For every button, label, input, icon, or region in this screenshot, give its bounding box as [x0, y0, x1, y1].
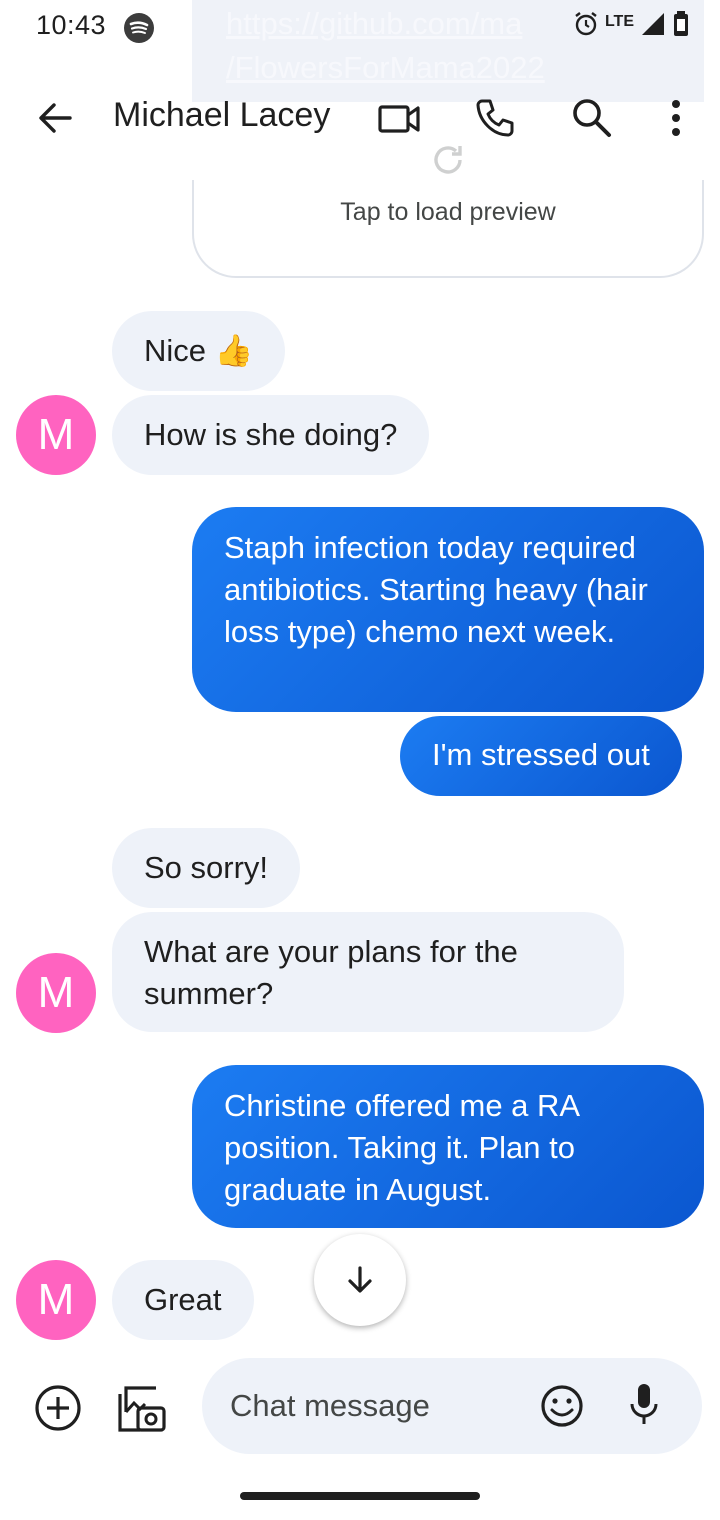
- back-button[interactable]: [32, 98, 80, 138]
- arrow-down-icon: [348, 1266, 372, 1293]
- chat-message-input[interactable]: [230, 1382, 520, 1430]
- contact-name[interactable]: Michael Lacey: [113, 96, 330, 135]
- gesture-navigation-bar[interactable]: [240, 1492, 480, 1500]
- more-options-icon[interactable]: [660, 94, 692, 142]
- conversation-header: Michael Lacey: [0, 80, 720, 156]
- message-compose-bar: [202, 1358, 702, 1454]
- message-incoming[interactable]: So sorry!: [112, 828, 301, 908]
- gallery-camera-icon[interactable]: [116, 1382, 168, 1434]
- message-outgoing[interactable]: Staph infection today required antibioti…: [192, 507, 704, 712]
- message-outgoing[interactable]: Christine offered me a RA position. Taki…: [192, 1065, 704, 1228]
- battery-icon: [672, 10, 690, 43]
- link-preview-card[interactable]: Tap to load preview: [192, 180, 704, 278]
- message-incoming[interactable]: Great: [112, 1260, 254, 1340]
- spotify-icon: [124, 13, 154, 43]
- message-incoming[interactable]: Nice 👍: [112, 311, 286, 391]
- signal-icon: [640, 11, 666, 42]
- scroll-to-bottom-button[interactable]: [314, 1234, 406, 1326]
- emoji-icon[interactable]: [540, 1384, 584, 1428]
- message-incoming[interactable]: What are your plans for the summer?: [112, 912, 624, 1032]
- search-icon[interactable]: [570, 96, 614, 140]
- network-type: LTE: [604, 12, 634, 30]
- status-time: 10:43: [36, 10, 107, 40]
- contact-avatar[interactable]: M: [16, 1260, 96, 1340]
- alarm-icon: [573, 10, 599, 43]
- contact-avatar[interactable]: M: [16, 953, 96, 1033]
- link-preview-label[interactable]: Tap to load preview: [194, 198, 702, 227]
- phone-call-icon[interactable]: [474, 96, 518, 140]
- microphone-icon[interactable]: [628, 1382, 660, 1428]
- contact-avatar[interactable]: M: [16, 395, 96, 475]
- add-attachment-icon[interactable]: [34, 1384, 82, 1432]
- message-outgoing[interactable]: I'm stressed out: [400, 716, 682, 796]
- video-call-icon[interactable]: [376, 98, 424, 140]
- url-overlay-text[interactable]: https://github.com/ma /FlowersForMama202…: [226, 2, 545, 90]
- message-incoming[interactable]: How is she doing?: [112, 395, 430, 475]
- refresh-icon: [428, 140, 468, 180]
